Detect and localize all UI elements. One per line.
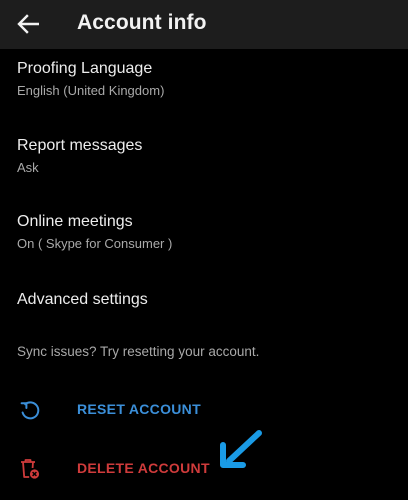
setting-online-meetings[interactable]: Online meetings On ( Skype for Consumer … (17, 212, 397, 252)
sync-hint-text: Sync issues? Try resetting your account. (17, 344, 260, 359)
setting-title: Proofing Language (17, 60, 153, 77)
setting-value: Ask (17, 160, 39, 175)
setting-title: Advanced settings (17, 291, 148, 308)
arrow-pointer-icon (220, 430, 262, 468)
refresh-icon (20, 401, 40, 420)
app-bar: Account info (0, 0, 408, 49)
reset-account-button[interactable]: RESET ACCOUNT (0, 388, 408, 432)
setting-value: On ( Skype for Consumer ) (17, 236, 173, 251)
setting-proofing-language[interactable]: Proofing Language English (United Kingdo… (17, 59, 397, 99)
delete-account-button[interactable]: DELETE ACCOUNT (0, 447, 408, 491)
setting-title: Online meetings (17, 213, 133, 230)
setting-title: Report messages (17, 137, 143, 154)
arrow-left-icon (17, 14, 39, 34)
delete-account-label: DELETE ACCOUNT (77, 460, 210, 476)
setting-report-messages[interactable]: Report messages Ask (17, 136, 397, 176)
setting-value: English (United Kingdom) (17, 83, 165, 98)
page-title: Account info (77, 11, 207, 34)
setting-advanced[interactable]: Advanced settings (17, 290, 397, 310)
trash-x-icon (21, 459, 40, 479)
reset-account-label: RESET ACCOUNT (77, 401, 201, 417)
back-button[interactable] (13, 10, 43, 38)
